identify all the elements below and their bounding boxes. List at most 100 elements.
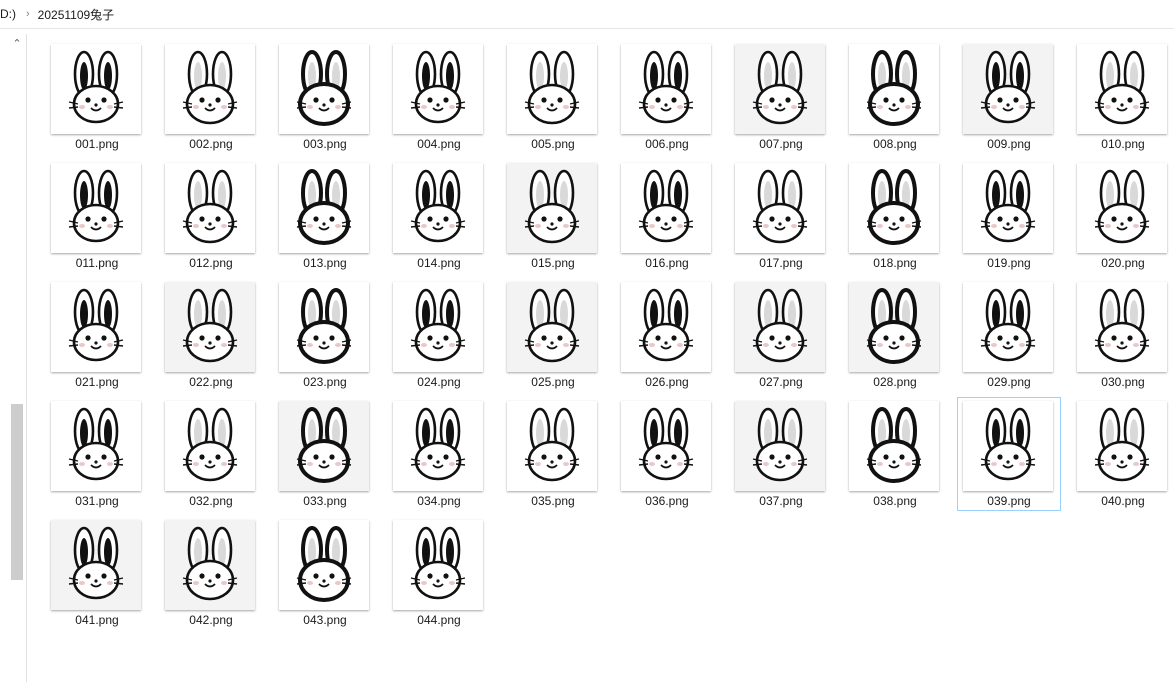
file-thumbnail[interactable] <box>51 401 141 491</box>
file-name[interactable]: 036.png <box>616 494 718 508</box>
chevron-up-icon[interactable]: ⌃ <box>9 36 25 52</box>
file-name[interactable]: 038.png <box>844 494 946 508</box>
file-thumbnail[interactable] <box>279 282 369 372</box>
file-name[interactable]: 012.png <box>160 256 262 270</box>
file-thumbnail[interactable] <box>849 163 939 253</box>
file-thumbnail[interactable] <box>51 282 141 372</box>
file-name[interactable]: 018.png <box>844 256 946 270</box>
file-name[interactable]: 013.png <box>274 256 376 270</box>
file-item[interactable]: 033.png <box>273 397 377 511</box>
file-thumbnail[interactable] <box>1077 163 1167 253</box>
file-thumbnail[interactable] <box>393 401 483 491</box>
file-name[interactable]: 019.png <box>958 256 1060 270</box>
file-name[interactable]: 027.png <box>730 375 832 389</box>
file-thumbnail[interactable] <box>621 282 711 372</box>
file-thumbnail[interactable] <box>507 282 597 372</box>
file-thumbnail[interactable] <box>165 520 255 610</box>
file-item[interactable]: 021.png <box>45 278 149 392</box>
file-thumbnail[interactable] <box>621 44 711 134</box>
file-item[interactable]: 031.png <box>45 397 149 511</box>
file-item[interactable]: 027.png <box>729 278 833 392</box>
file-thumbnail[interactable] <box>849 282 939 372</box>
file-item[interactable]: 018.png <box>843 159 947 273</box>
file-thumbnail[interactable] <box>51 163 141 253</box>
file-name[interactable]: 026.png <box>616 375 718 389</box>
file-name[interactable]: 030.png <box>1072 375 1174 389</box>
file-item[interactable]: 013.png <box>273 159 377 273</box>
file-item[interactable]: 002.png <box>159 40 263 154</box>
file-thumbnail[interactable] <box>735 163 825 253</box>
file-item[interactable]: 044.png <box>387 516 491 630</box>
file-thumbnail[interactable] <box>1077 401 1167 491</box>
file-name[interactable]: 002.png <box>160 137 262 151</box>
file-name[interactable]: 033.png <box>274 494 376 508</box>
file-thumbnail[interactable] <box>849 401 939 491</box>
file-item[interactable]: 030.png <box>1071 278 1174 392</box>
file-name[interactable]: 014.png <box>388 256 490 270</box>
file-item[interactable]: 014.png <box>387 159 491 273</box>
file-thumbnail[interactable] <box>51 520 141 610</box>
file-thumbnail[interactable] <box>963 163 1053 253</box>
file-name[interactable]: 009.png <box>958 137 1060 151</box>
file-name[interactable]: 010.png <box>1072 137 1174 151</box>
file-thumbnail[interactable] <box>1077 282 1167 372</box>
file-item[interactable]: 035.png <box>501 397 605 511</box>
file-name[interactable]: 015.png <box>502 256 604 270</box>
file-item[interactable]: 023.png <box>273 278 377 392</box>
file-item[interactable]: 011.png <box>45 159 149 273</box>
file-item[interactable]: 022.png <box>159 278 263 392</box>
file-thumbnail[interactable] <box>507 401 597 491</box>
file-item[interactable]: 040.png <box>1071 397 1174 511</box>
breadcrumb-drive[interactable]: D:) <box>0 7 16 21</box>
file-thumbnail[interactable] <box>279 520 369 610</box>
file-name[interactable]: 011.png <box>46 256 148 270</box>
file-item[interactable]: 034.png <box>387 397 491 511</box>
file-item[interactable]: 026.png <box>615 278 719 392</box>
file-thumbnail[interactable] <box>507 44 597 134</box>
file-name[interactable]: 022.png <box>160 375 262 389</box>
file-name[interactable]: 003.png <box>274 137 376 151</box>
file-name[interactable]: 004.png <box>388 137 490 151</box>
file-item[interactable]: 003.png <box>273 40 377 154</box>
file-name[interactable]: 001.png <box>46 137 148 151</box>
file-name[interactable]: 008.png <box>844 137 946 151</box>
file-item[interactable]: 006.png <box>615 40 719 154</box>
file-thumbnail[interactable] <box>393 520 483 610</box>
file-item[interactable]: 037.png <box>729 397 833 511</box>
file-name[interactable]: 017.png <box>730 256 832 270</box>
file-name[interactable]: 042.png <box>160 613 262 627</box>
file-thumbnail[interactable] <box>165 282 255 372</box>
file-name[interactable]: 040.png <box>1072 494 1174 508</box>
scrollbar-thumb[interactable] <box>11 404 23 580</box>
file-name[interactable]: 039.png <box>958 494 1060 508</box>
file-item[interactable]: 017.png <box>729 159 833 273</box>
file-item[interactable]: 038.png <box>843 397 947 511</box>
file-item[interactable]: 008.png <box>843 40 947 154</box>
file-thumbnail[interactable] <box>393 163 483 253</box>
file-item[interactable]: 012.png <box>159 159 263 273</box>
file-thumbnail[interactable] <box>393 282 483 372</box>
file-item[interactable]: 043.png <box>273 516 377 630</box>
file-item[interactable]: 007.png <box>729 40 833 154</box>
file-name[interactable]: 029.png <box>958 375 1060 389</box>
file-name[interactable]: 031.png <box>46 494 148 508</box>
file-item[interactable]: 024.png <box>387 278 491 392</box>
file-item[interactable]: 028.png <box>843 278 947 392</box>
file-name[interactable]: 016.png <box>616 256 718 270</box>
file-item[interactable]: 042.png <box>159 516 263 630</box>
file-name[interactable]: 043.png <box>274 613 376 627</box>
file-thumbnail[interactable] <box>51 44 141 134</box>
file-item[interactable]: 005.png <box>501 40 605 154</box>
file-thumbnail[interactable] <box>279 163 369 253</box>
file-name[interactable]: 041.png <box>46 613 148 627</box>
file-name[interactable]: 021.png <box>46 375 148 389</box>
file-item[interactable]: 015.png <box>501 159 605 273</box>
file-item[interactable]: 039.png <box>957 397 1061 511</box>
file-thumbnail[interactable] <box>735 282 825 372</box>
file-name[interactable]: 044.png <box>388 613 490 627</box>
file-item[interactable]: 041.png <box>45 516 149 630</box>
file-thumbnail[interactable] <box>393 44 483 134</box>
file-thumbnail[interactable] <box>621 163 711 253</box>
file-thumbnail[interactable] <box>963 401 1053 491</box>
file-item[interactable]: 020.png <box>1071 159 1174 273</box>
